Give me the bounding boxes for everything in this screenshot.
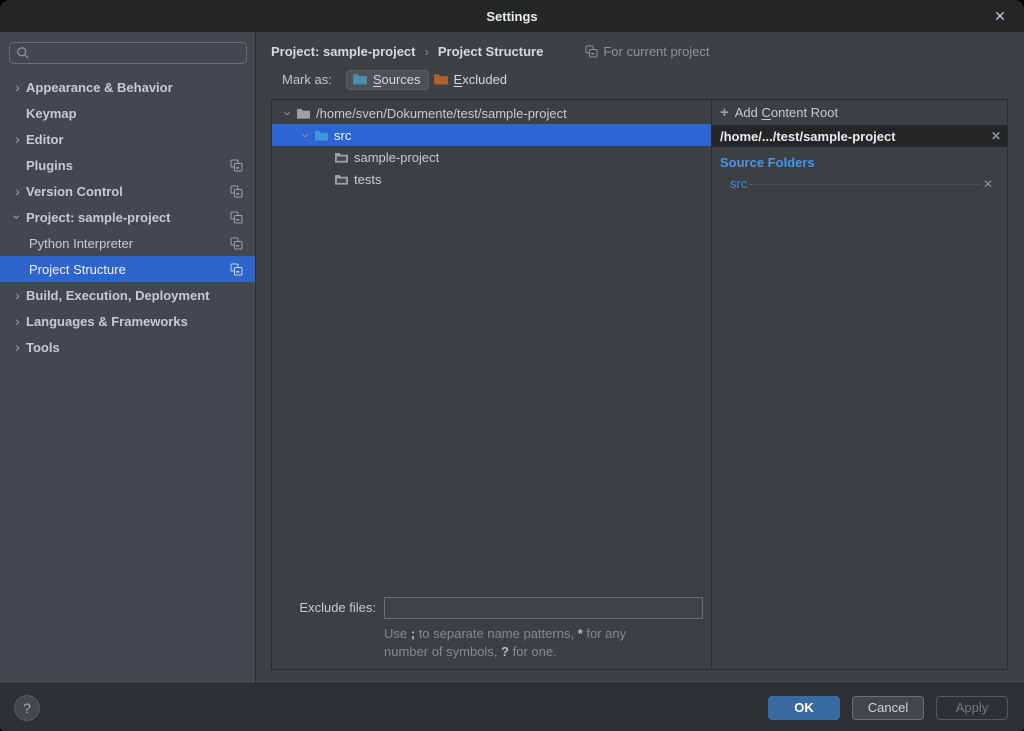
chevron-right-icon: › <box>9 314 26 328</box>
exclude-files-label: Exclude files: <box>276 600 376 615</box>
content-root-tree-panel: › /home/sven/Dokumente/test/sample-proje… <box>272 100 711 669</box>
add-content-root-button[interactable]: + Add Content Root <box>712 100 1007 125</box>
current-project-icon <box>585 45 598 58</box>
mark-as-sources-button[interactable]: Sources <box>346 70 429 90</box>
mark-as-excluded-button[interactable]: Excluded <box>431 70 515 90</box>
sidebar-item-project[interactable]: ›Project: sample-project <box>0 204 255 230</box>
title-bar: Settings ✕ <box>0 0 1024 32</box>
breadcrumb-separator: › <box>416 44 438 59</box>
sources-folder-icon <box>352 72 368 86</box>
source-folder-icon <box>314 129 329 142</box>
source-folders-heading: Source Folders <box>712 147 1007 173</box>
dotted-leader <box>750 184 980 185</box>
sidebar-item-tools[interactable]: ›Tools <box>0 334 255 360</box>
content-roots-panel: + Add Content Root /home/.../test/sample… <box>711 100 1007 669</box>
exclude-files-section: Exclude files: Use ; to separate name pa… <box>272 597 711 669</box>
folder-icon <box>334 173 349 186</box>
chevron-right-icon: › <box>9 80 26 94</box>
current-project-icon <box>230 211 243 224</box>
exclude-files-input[interactable] <box>384 597 703 619</box>
page-title: Project Structure <box>438 44 543 59</box>
sidebar-item-build-execution[interactable]: ›Build, Execution, Deployment <box>0 282 255 308</box>
breadcrumb: Project: sample-project › Project Struct… <box>271 38 1008 64</box>
content-root-path: /home/.../test/sample-project <box>720 129 896 144</box>
chevron-right-icon: › <box>9 132 26 146</box>
settings-dialog: Settings ✕ ›Appearance & Behavior Keymap… <box>0 0 1024 731</box>
sidebar-item-appearance[interactable]: ›Appearance & Behavior <box>0 74 255 100</box>
cancel-button[interactable]: Cancel <box>852 696 924 720</box>
sidebar-item-keymap[interactable]: Keymap <box>0 100 255 126</box>
project-structure-panels: › /home/sven/Dokumente/test/sample-proje… <box>271 99 1008 670</box>
search-icon <box>16 46 30 60</box>
settings-nav: ›Appearance & Behavior Keymap ›Editor Pl… <box>0 74 255 360</box>
current-project-icon <box>230 263 243 276</box>
help-button[interactable]: ? <box>14 695 40 721</box>
current-project-icon <box>230 159 243 172</box>
plus-icon: + <box>720 104 729 121</box>
apply-button[interactable]: Apply <box>936 696 1008 720</box>
folder-icon <box>296 107 311 120</box>
tree-row-content-root[interactable]: › /home/sven/Dokumente/test/sample-proje… <box>272 102 711 124</box>
close-icon[interactable]: ✕ <box>986 0 1014 32</box>
mark-as-label: Mark as: <box>282 72 332 87</box>
tree-row-sample-project[interactable]: sample-project <box>272 146 711 168</box>
current-project-icon <box>230 185 243 198</box>
search-input[interactable] <box>35 45 240 62</box>
chevron-right-icon: › <box>9 184 26 198</box>
breadcrumb-project: Project: sample-project <box>271 44 416 59</box>
chevron-right-icon: › <box>9 340 26 354</box>
excluded-folder-icon <box>433 72 449 86</box>
mark-as-toolbar: Mark as: Sources Excluded <box>271 64 1008 95</box>
source-folder-entry[interactable]: src ✕ <box>712 173 1007 193</box>
remove-content-root-icon[interactable]: ✕ <box>991 129 1001 143</box>
current-project-icon <box>230 237 243 250</box>
tree-row-tests[interactable]: tests <box>272 168 711 190</box>
sidebar-item-project-structure[interactable]: Project Structure <box>0 256 255 282</box>
directory-tree: › /home/sven/Dokumente/test/sample-proje… <box>272 100 711 190</box>
chevron-down-icon: › <box>282 105 295 121</box>
chevron-down-icon: › <box>300 127 313 143</box>
settings-sidebar: ›Appearance & Behavior Keymap ›Editor Pl… <box>0 32 256 683</box>
sidebar-item-plugins[interactable]: Plugins <box>0 152 255 178</box>
exclude-files-help: Use ; to separate name patterns, * for a… <box>384 625 703 661</box>
sidebar-item-version-control[interactable]: ›Version Control <box>0 178 255 204</box>
scope-label: For current project <box>585 44 709 59</box>
sidebar-item-python-interpreter[interactable]: Python Interpreter <box>0 230 255 256</box>
remove-source-folder-icon[interactable]: ✕ <box>983 177 993 191</box>
ok-button[interactable]: OK <box>768 696 840 720</box>
search-box[interactable] <box>9 42 247 64</box>
folder-icon <box>334 151 349 164</box>
window-title: Settings <box>486 9 537 24</box>
question-icon: ? <box>23 700 31 716</box>
sidebar-item-languages-frameworks[interactable]: ›Languages & Frameworks <box>0 308 255 334</box>
settings-content: Project: sample-project › Project Struct… <box>256 32 1024 683</box>
source-folder-link[interactable]: src <box>730 176 747 191</box>
sidebar-item-editor[interactable]: ›Editor <box>0 126 255 152</box>
tree-row-src[interactable]: › src <box>272 124 711 146</box>
dialog-footer: ? OK Cancel Apply <box>0 683 1024 731</box>
content-root-entry[interactable]: /home/.../test/sample-project ✕ <box>712 125 1007 147</box>
chevron-right-icon: › <box>9 288 26 302</box>
chevron-down-icon: › <box>11 209 25 226</box>
